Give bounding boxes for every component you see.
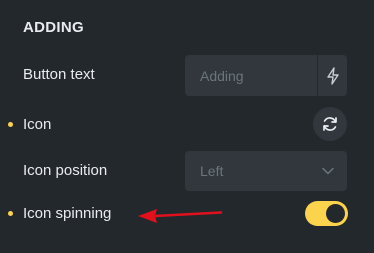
button-text-label: Button text (23, 66, 95, 83)
icon-position-label: Icon position (23, 162, 108, 179)
chevron-down-icon (322, 167, 334, 175)
refresh-icon (323, 117, 337, 131)
icon-label: Icon (23, 116, 52, 133)
icon-spinning-modified-dot (8, 211, 13, 216)
bolt-icon (326, 66, 339, 85)
red-arrow-left-icon (138, 209, 223, 223)
icon-spinning-label: Icon spinning (23, 205, 112, 222)
icon-modified-dot (8, 122, 13, 127)
icon-picker-button[interactable] (313, 107, 347, 141)
button-text-control (185, 55, 347, 96)
icon-position-select[interactable]: Left (185, 151, 347, 191)
button-text-input[interactable] (185, 55, 317, 96)
toggle-knob (326, 204, 345, 223)
section-title: ADDING (23, 19, 84, 36)
icon-spinning-toggle[interactable] (305, 201, 348, 226)
icon-position-value: Left (200, 163, 224, 179)
dynamic-data-button[interactable] (318, 55, 347, 96)
